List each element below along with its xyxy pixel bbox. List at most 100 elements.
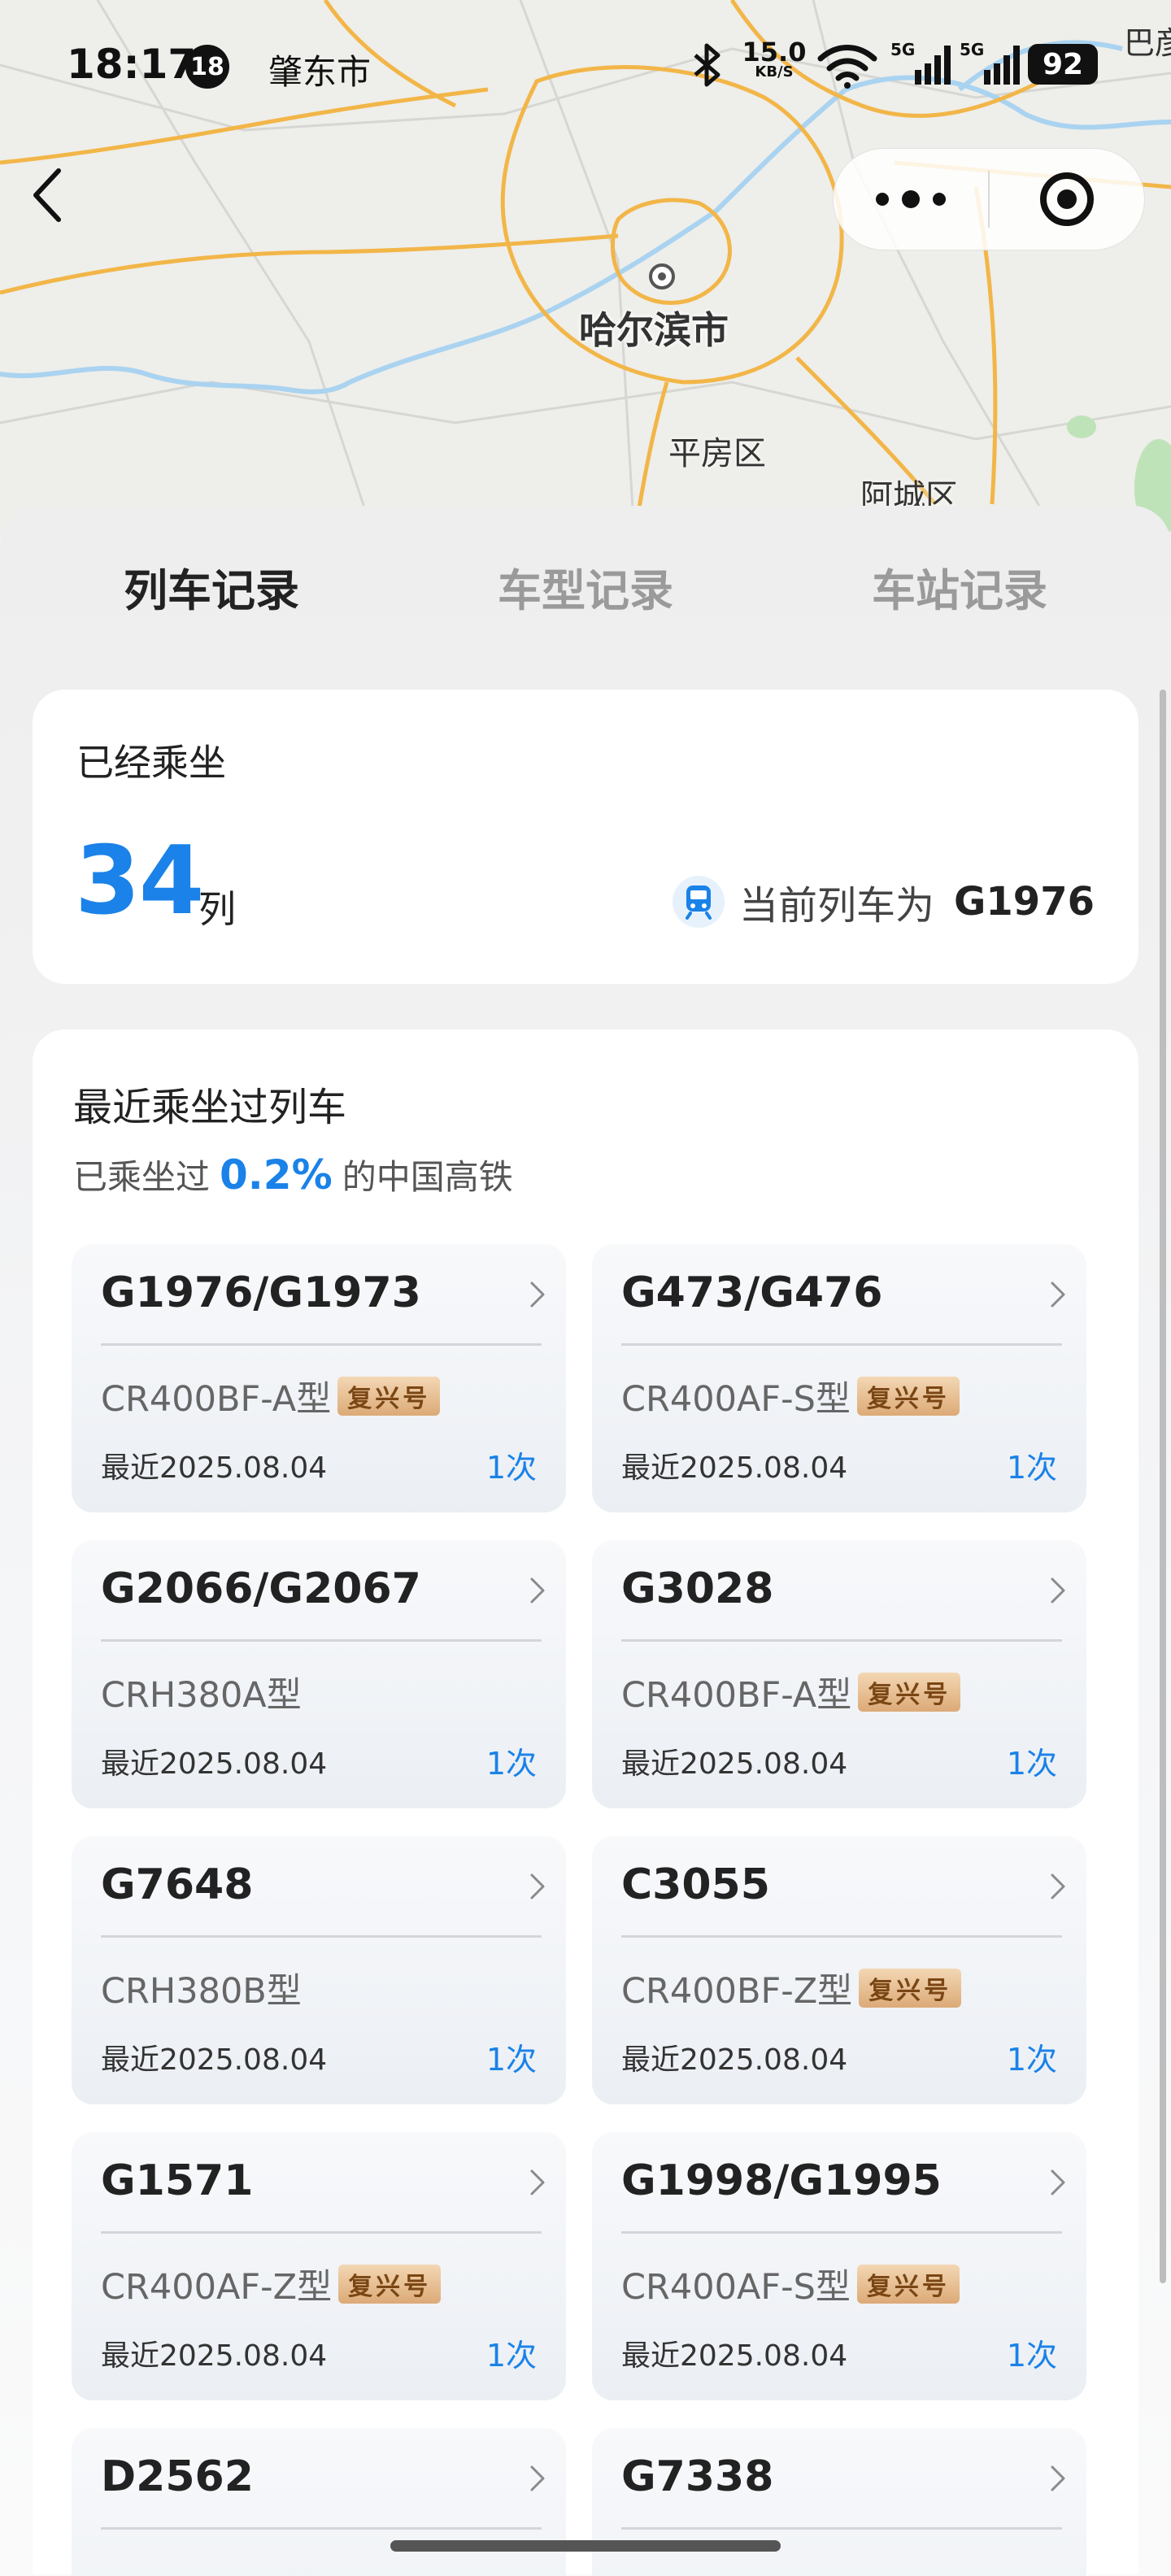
card-divider: [101, 2527, 542, 2530]
train-icon: [672, 876, 725, 928]
tab-train-records[interactable]: 列车记录: [57, 555, 366, 619]
train-model-row: CR400AF-S型 复兴号: [621, 1371, 960, 1421]
ride-summary-card: 已经乘坐 34 列 当前列车为 G1976: [33, 690, 1138, 984]
target-icon: [1040, 172, 1094, 226]
train-card[interactable]: G1976/G1973 CR400BF-A型 复兴号 最近2025.08.04 1次: [72, 1244, 566, 1512]
train-number: G1998/G1995: [621, 2156, 942, 2205]
back-icon[interactable]: [23, 163, 72, 228]
current-train[interactable]: 当前列车为 G1976: [672, 873, 1095, 930]
summary-title: 已经乘坐: [76, 741, 226, 785]
last-ride-date: 最近2025.08.04: [621, 1747, 848, 1781]
scrollbar[interactable]: [1160, 690, 1166, 2283]
last-ride-date: 最近2025.08.04: [101, 2043, 328, 2077]
ride-times: 1次: [485, 2042, 537, 2078]
card-divider: [621, 2527, 1062, 2530]
train-card[interactable]: G3028 CR400BF-A型 复兴号 最近2025.08.04 1次: [592, 1540, 1086, 1808]
card-divider: [621, 1639, 1062, 1642]
fuxing-badge: 复兴号: [337, 1377, 441, 1416]
map-city-label: 哈尔滨市: [579, 308, 729, 352]
status-time: 18:17: [67, 41, 197, 88]
train-model: CR400AF-Z型: [101, 2267, 333, 2308]
train-model: CR400BF-Z型: [621, 1971, 853, 2012]
train-card[interactable]: C3055 CR400BF-Z型 复兴号 最近2025.08.04 1次: [592, 1836, 1086, 2104]
train-number: G1571: [101, 2156, 254, 2205]
chevron-right-icon: [1051, 1577, 1065, 1603]
ride-times: 1次: [485, 2338, 537, 2374]
fuxing-badge: 复兴号: [338, 2265, 442, 2304]
recent-trains-card: 最近乘坐过列车 已乘坐过 0.2% 的中国高铁 G1976/G1973 CR400…: [33, 1029, 1138, 2576]
train-model: CRH380B型: [101, 1971, 302, 2012]
bluetooth-icon: [694, 43, 720, 87]
coverage-suffix: 的中国高铁: [342, 1157, 513, 1197]
train-number: D2562: [101, 2452, 254, 2501]
card-divider: [101, 1639, 542, 1642]
current-train-label: 当前列车为: [738, 883, 934, 929]
train-card[interactable]: G7338: [592, 2428, 1086, 2576]
train-card[interactable]: G2066/G2067 CRH380A型最近2025.08.04 1次: [72, 1540, 566, 1808]
chevron-right-icon: [1051, 1281, 1065, 1308]
close-miniprogram-button[interactable]: [990, 149, 1144, 250]
status-bar: 18:17 18 肇东市 15.0 KB/S 5G 5G 92: [0, 0, 1171, 130]
train-model-row: CR400AF-S型 复兴号: [621, 2259, 960, 2309]
last-ride-date: 最近2025.08.04: [621, 1451, 848, 1485]
train-number: G2066/G2067: [101, 1564, 421, 1613]
fuxing-badge: 复兴号: [859, 1969, 962, 2008]
train-number: G1976/G1973: [101, 1268, 421, 1317]
ride-times: 1次: [485, 1450, 537, 1486]
last-ride-date: 最近2025.08.04: [621, 2043, 848, 2077]
train-number: C3055: [621, 1860, 770, 1909]
more-menu-button[interactable]: [834, 149, 988, 250]
notification-count-badge: 18: [185, 45, 229, 89]
fuxing-badge: 复兴号: [856, 2265, 960, 2304]
fuxing-badge: 复兴号: [858, 1673, 961, 1712]
dot-icon: [902, 190, 920, 208]
train-card[interactable]: G7648 CRH380B型最近2025.08.04 1次: [72, 1836, 566, 2104]
train-model: CR400BF-A型: [621, 1675, 852, 1716]
card-divider: [621, 1343, 1062, 1346]
svg-text:5G: 5G: [960, 40, 984, 59]
battery-indicator: 92: [1028, 44, 1098, 85]
card-divider: [101, 1935, 542, 1938]
home-indicator[interactable]: [390, 2540, 781, 2552]
last-ride-date: 最近2025.08.04: [621, 2339, 848, 2373]
train-card[interactable]: G1571 CR400AF-Z型 复兴号 最近2025.08.04 1次: [72, 2132, 566, 2400]
chevron-right-icon: [530, 1873, 545, 1899]
ride-count: 34: [75, 826, 204, 936]
train-number: G3028: [621, 1564, 774, 1613]
tab-model-records[interactable]: 车型记录: [431, 555, 740, 619]
network-speed-value: 15.0: [742, 37, 807, 67]
ride-count-unit: 列: [198, 887, 236, 931]
signal-5g-icon: 5G: [960, 40, 1020, 85]
card-divider: [101, 1343, 542, 1346]
card-divider: [621, 2231, 1062, 2234]
train-card[interactable]: G473/G476 CR400AF-S型 复兴号 最近2025.08.04 1次: [592, 1244, 1086, 1512]
train-model-row: CRH380B型: [101, 1963, 302, 2013]
train-model: CR400AF-S型: [621, 1379, 851, 1420]
tab-station-records[interactable]: 车站记录: [805, 555, 1114, 619]
card-divider: [621, 1935, 1062, 1938]
chevron-right-icon: [530, 2169, 545, 2195]
status-location: 肇东市: [268, 52, 372, 92]
current-train-number: G1976: [954, 879, 1095, 925]
miniprogram-capsule: [833, 148, 1145, 250]
dot-icon: [876, 193, 889, 206]
signal-5g-icon: 5G: [890, 40, 951, 85]
train-number: G7648: [101, 1860, 254, 1909]
map-district-label: 平房区: [668, 435, 766, 472]
chevron-right-icon: [530, 2465, 545, 2491]
ride-times: 1次: [485, 1746, 537, 1782]
wifi-icon: [817, 45, 877, 89]
chevron-right-icon: [530, 1281, 545, 1308]
train-card[interactable]: D2562: [72, 2428, 566, 2576]
tab-bar: 列车记录 车型记录 车站记录: [0, 555, 1171, 707]
last-ride-date: 最近2025.08.04: [101, 1747, 328, 1781]
coverage-text: 已乘坐过 0.2% 的中国高铁: [73, 1150, 513, 1199]
card-divider: [101, 2231, 542, 2234]
coverage-prefix: 已乘坐过: [73, 1157, 211, 1197]
train-model-row: CR400AF-Z型 复兴号: [101, 2259, 442, 2309]
train-model-row: CRH380A型: [101, 1667, 302, 1717]
train-model-row: CR400BF-A型 复兴号: [621, 1667, 961, 1717]
chevron-right-icon: [530, 1577, 545, 1603]
train-card[interactable]: G1998/G1995 CR400AF-S型 复兴号 最近2025.08.04 1次: [592, 2132, 1086, 2400]
ride-times: 1次: [1006, 1450, 1057, 1486]
